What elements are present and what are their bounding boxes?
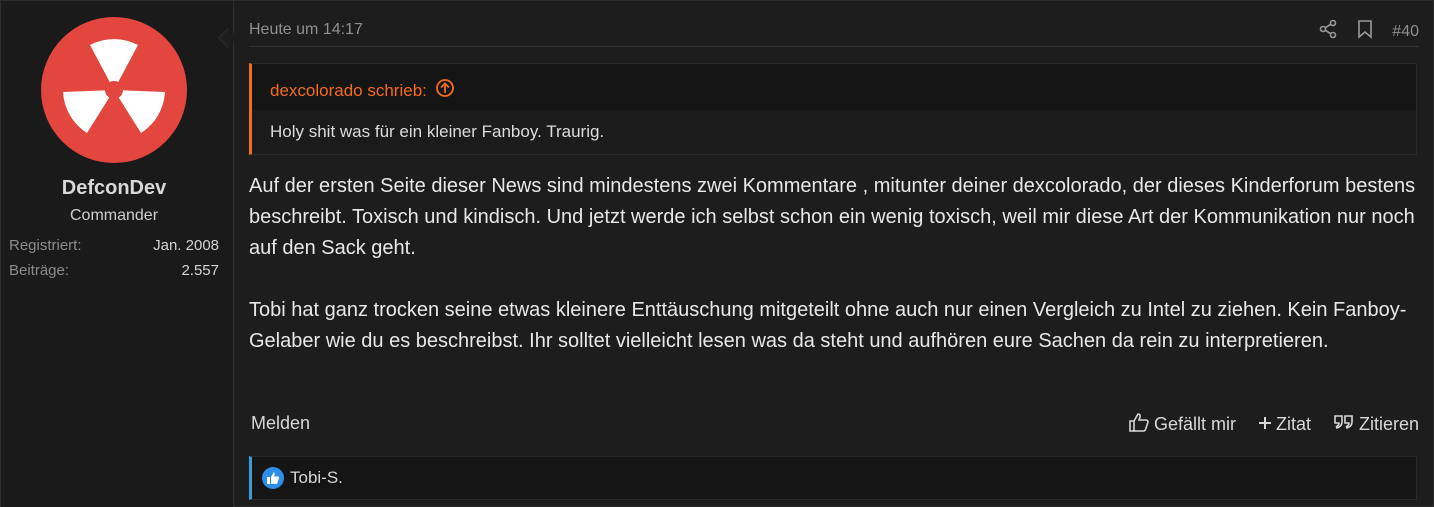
zitieren-label: Zitieren xyxy=(1358,414,1419,434)
likes-names[interactable]: Tobi-S. xyxy=(290,468,343,488)
zitat-button[interactable]: Zitat xyxy=(1258,414,1311,435)
quote-block: dexcolorado schrieb: Holy shit was für e… xyxy=(249,63,1417,155)
post-header-actions: #40 xyxy=(1318,19,1419,44)
quote-text: Holy shit was für ein kleiner Fanboy. Tr… xyxy=(270,122,605,141)
zitat-label: Zitat xyxy=(1275,414,1311,434)
post-actions: Gefällt mir Zitat Zitieren xyxy=(1128,411,1419,438)
quote-author[interactable]: dexcolorado schrieb: xyxy=(270,78,455,103)
post-paragraph: Tobi hat ganz trocken seine etwas kleine… xyxy=(249,299,1407,352)
user-sidebar: DefconDev Commander Registriert: Jan. 20… xyxy=(1,1,234,507)
quote-author-text[interactable]: dexcolorado schrieb: xyxy=(270,81,427,101)
post-paragraph: Auf der ersten Seite dieser News sind mi… xyxy=(249,175,1416,259)
stat-posts: Beiträge: 2.557 xyxy=(9,262,219,279)
avatar[interactable] xyxy=(41,17,187,163)
post-header: Heute um 14:17 #40 xyxy=(249,19,1419,47)
stat-registered: Registriert: Jan. 2008 xyxy=(9,237,219,254)
stat-label: Registriert: xyxy=(9,237,82,254)
arrow-up-circle-icon[interactable] xyxy=(435,78,455,103)
likes-bar: Tobi-S. xyxy=(249,456,1417,500)
zitieren-button[interactable]: Zitieren xyxy=(1333,413,1419,436)
stat-value: 2.557 xyxy=(181,262,219,279)
bookmark-icon[interactable] xyxy=(1356,19,1374,44)
quote-icon xyxy=(1333,413,1355,436)
username[interactable]: DefconDev xyxy=(1,177,227,200)
stat-label: Beiträge: xyxy=(9,262,70,279)
post-footer: Melden Gefällt mir Zitat Zitieren xyxy=(249,411,1419,437)
post-time[interactable]: Heute um 14:17 xyxy=(249,21,363,39)
quote-content: Holy shit was für ein kleiner Fanboy. Tr… xyxy=(252,110,1416,154)
report-link[interactable]: Melden xyxy=(251,413,310,434)
post-number[interactable]: #40 xyxy=(1392,23,1419,41)
user-title: Commander xyxy=(69,207,159,224)
like-badge-icon xyxy=(262,467,284,489)
plus-icon xyxy=(1258,414,1272,435)
share-icon[interactable] xyxy=(1318,19,1338,44)
forum-post: DefconDev Commander Registriert: Jan. 20… xyxy=(0,0,1434,507)
post-main: Heute um 14:17 #40 dexcolorado schrieb: … xyxy=(235,1,1433,507)
post-body: Auf der ersten Seite dieser News sind mi… xyxy=(249,171,1419,388)
like-label: Gefällt mir xyxy=(1153,414,1236,434)
like-button[interactable]: Gefällt mir xyxy=(1128,411,1236,438)
stat-value: Jan. 2008 xyxy=(153,237,219,254)
thumbs-up-icon xyxy=(1128,411,1150,438)
